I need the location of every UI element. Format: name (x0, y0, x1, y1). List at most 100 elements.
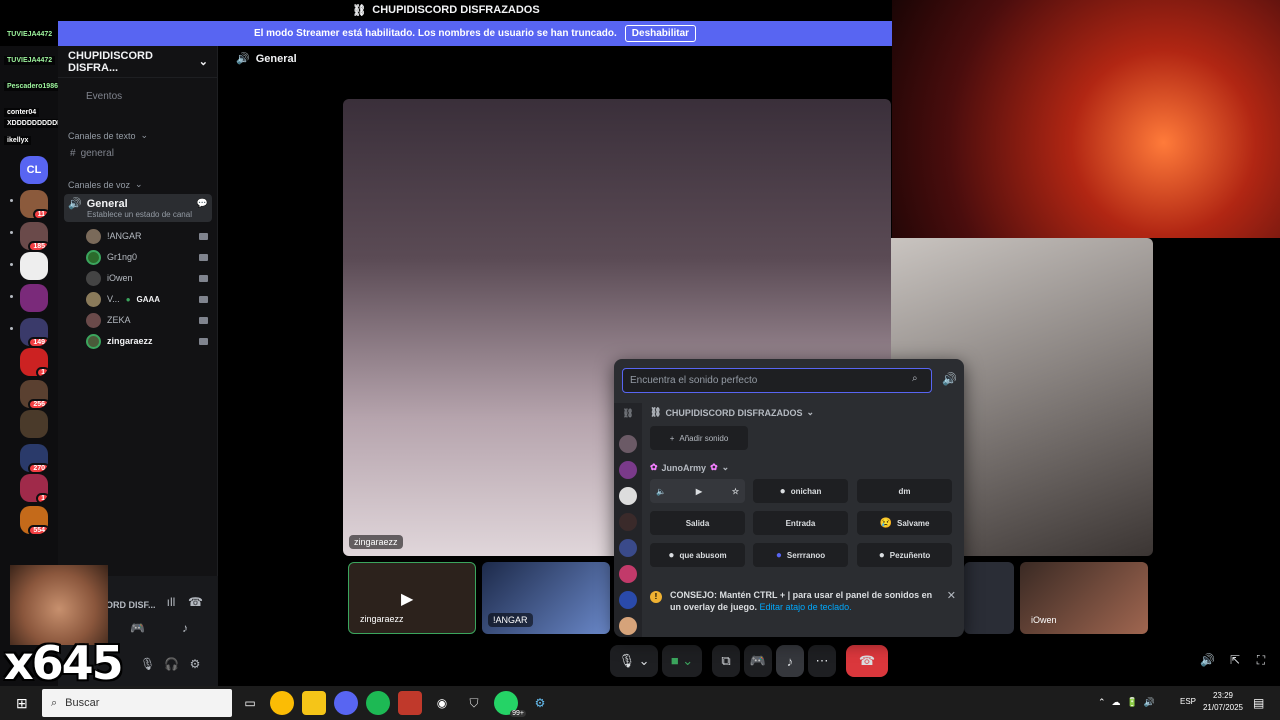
sound-button[interactable]: Salida (650, 511, 745, 535)
server-icon[interactable]: 1 (20, 474, 48, 502)
obs-icon[interactable]: ◉ (430, 691, 454, 715)
app-icon[interactable] (398, 691, 422, 715)
server-icon[interactable]: 1 (20, 348, 48, 376)
hang-up-button[interactable]: ☎ (846, 645, 888, 677)
participant-thumbnail[interactable]: iOwen (1020, 562, 1148, 634)
participant-thumbnail[interactable]: ▶ zingaraezz (348, 562, 476, 634)
sound-server-icon[interactable] (619, 461, 637, 479)
disconnect-icon[interactable]: ☎ (188, 596, 203, 608)
sound-server-icon[interactable] (619, 539, 637, 557)
play-icon[interactable]: ▶ (696, 487, 702, 496)
server-icon[interactable] (20, 252, 48, 280)
sound-category-server[interactable]: ⛓ CHUPIDISCORD DISFRAZADOS ⌄ (650, 407, 814, 418)
taskbar-clock[interactable]: 23:29 21/07/2025 (1196, 690, 1250, 714)
sound-server-icon[interactable] (619, 591, 637, 609)
screen-share-button[interactable]: ⧉ (712, 645, 740, 677)
sound-server-icon[interactable] (619, 513, 637, 531)
discord-icon[interactable] (334, 691, 358, 715)
star-icon[interactable]: ☆ (732, 487, 739, 496)
chat-overlay-name: TUVIEJA4472 (4, 30, 56, 39)
taskbar-search[interactable]: ⌕ Buscar (42, 689, 232, 717)
sound-button[interactable]: 🔈 ▶ ☆ (650, 479, 745, 503)
server-icon[interactable]: 149 (20, 318, 48, 346)
sound-server-icon[interactable] (619, 565, 637, 583)
fullscreen-icon[interactable]: ⛶ (1254, 654, 1268, 666)
participant-thumbnail[interactable] (964, 562, 1014, 634)
server-link-icon[interactable]: ⛓ (619, 408, 637, 426)
voice-user[interactable]: ZEKA (86, 311, 208, 329)
whatsapp-icon[interactable]: 99+ (494, 691, 526, 717)
sound-server-icon[interactable] (619, 435, 637, 453)
microphone-button[interactable]: 🎙 ⌄ (610, 645, 658, 677)
sound-label: onichan (790, 486, 822, 496)
server-icon[interactable]: 270 (20, 444, 48, 472)
voice-activity-icon[interactable]: ıll (164, 596, 178, 608)
sound-button[interactable]: Entrada (753, 511, 848, 535)
voice-user[interactable]: !ANGAR (86, 227, 208, 245)
server-icon[interactable]: 11 (20, 190, 48, 218)
settings-gear-icon[interactable]: ⚙ (188, 658, 202, 670)
server-icon-label: CL (26, 164, 42, 176)
participant-thumbnail[interactable]: !ANGAR (482, 562, 610, 634)
voice-user[interactable]: iOwen (86, 269, 208, 287)
windows-start-icon[interactable]: ⊞ (16, 695, 32, 711)
activities-button[interactable]: 🎮 (744, 645, 772, 677)
text-channels-category[interactable]: Canales de texto ⌄ (68, 130, 148, 141)
server-icon[interactable]: 185 (20, 222, 48, 250)
voice-user[interactable]: V... ● GAAA (86, 290, 208, 308)
server-icon-cl[interactable]: CL (20, 156, 48, 184)
volume-icon[interactable]: 🔊 (1200, 654, 1215, 666)
camera-button[interactable]: ■ ⌄ (662, 645, 702, 677)
sound-button[interactable]: 😢 Salvame (857, 511, 952, 535)
microphone-icon[interactable]: 🎙 (140, 658, 155, 670)
voice-user[interactable]: Gr1ng0 (86, 248, 208, 266)
chrome-icon[interactable] (270, 691, 294, 715)
headphones-icon[interactable]: 🎧 (164, 658, 179, 670)
disable-streamer-mode-button[interactable]: Deshabilitar (624, 25, 697, 42)
steam-icon[interactable]: ⚙ (528, 691, 552, 715)
gamepad-icon[interactable]: 🎮 (130, 622, 145, 634)
server-icon[interactable] (20, 410, 48, 438)
sound-button[interactable]: dm (857, 479, 952, 503)
sound-server-icon[interactable] (619, 617, 637, 635)
voice-user[interactable]: zingaraezz (86, 332, 208, 350)
server-icon[interactable]: 554 (20, 506, 48, 534)
close-icon[interactable]: ✕ (947, 589, 956, 625)
streamer-mode-banner: El modo Streamer está habilitado. Los no… (58, 21, 892, 46)
spotify-icon[interactable] (366, 691, 390, 715)
file-explorer-icon[interactable] (302, 691, 326, 715)
server-badge: 185 (28, 241, 48, 250)
sound-server-icon[interactable] (619, 487, 637, 505)
server-icon[interactable]: 256 (20, 380, 48, 408)
edit-shortcut-link[interactable]: Editar atajo de teclado. (760, 602, 852, 612)
add-sound-button[interactable]: + Añadir sonido (650, 426, 748, 450)
camera-icon (199, 337, 208, 345)
soundboard-search-input[interactable] (622, 368, 932, 393)
server-icon[interactable] (20, 284, 48, 312)
voice-channel-general[interactable]: 🔊 General 💬 Establece un estado de canal (64, 194, 212, 222)
add-sound-label: Añadir sonido (679, 433, 729, 443)
channel-general-text[interactable]: # general (70, 148, 114, 159)
popout-icon[interactable]: ⇱ (1228, 654, 1242, 666)
sound-button[interactable]: ● Pezuñento (857, 543, 952, 567)
more-options-button[interactable]: ⋯ (808, 645, 836, 677)
soundboard-button[interactable]: ♪ (776, 645, 804, 677)
thumbnail-name: zingaraezz (360, 614, 404, 624)
unread-dot (10, 263, 13, 266)
voice-channels-category[interactable]: Canales de voz ⌄ (68, 179, 143, 190)
search-icon: ⌕ (912, 373, 918, 384)
shield-icon[interactable]: ⛉ (462, 691, 486, 715)
server-header[interactable]: CHUPIDISCORD DISFRA... ⌄ (58, 46, 218, 78)
volume-icon[interactable]: 🔊 (942, 372, 957, 386)
sound-button[interactable]: ● onichan (753, 479, 848, 503)
sound-category-junoarmy[interactable]: ✿ JunoArmy ✿ ⌄ (650, 462, 729, 473)
events-item[interactable]: Eventos (86, 91, 122, 102)
input-language[interactable]: ESP (1180, 697, 1196, 706)
sound-button[interactable]: ● que abusom (650, 543, 745, 567)
task-view-icon[interactable]: ▭ (238, 691, 262, 715)
notifications-icon[interactable]: ▤ (1253, 696, 1264, 710)
chat-bubble-icon[interactable]: 💬 (197, 198, 208, 209)
sound-button[interactable]: ● Serrranoo (753, 543, 848, 567)
system-tray-icons[interactable]: ⌃☁🔋🔊 (1098, 697, 1161, 708)
soundboard-icon[interactable]: ♪ (178, 622, 192, 634)
